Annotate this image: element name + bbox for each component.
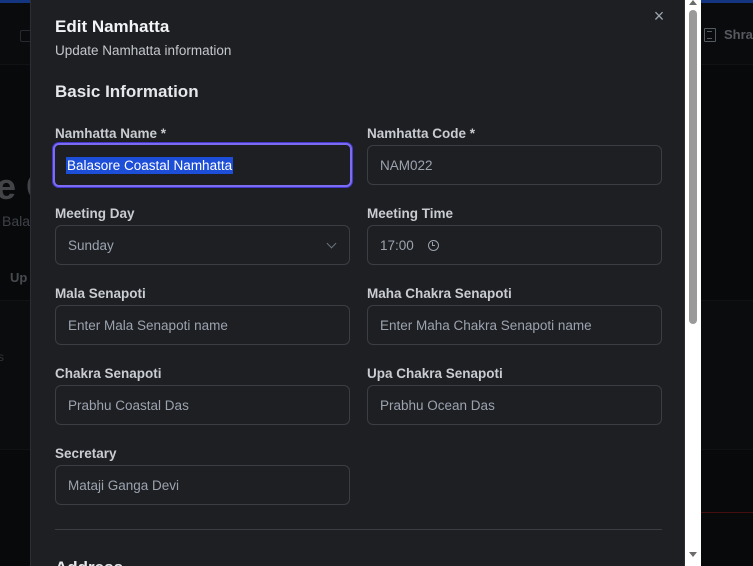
meeting-day-label: Meeting Day xyxy=(55,206,135,221)
clock-icon[interactable] xyxy=(427,239,439,251)
scroll-down-arrow-icon[interactable] xyxy=(689,552,697,557)
dialog-subtitle: Update Namhatta information xyxy=(55,43,232,58)
maha-chakra-senapoti-label: Maha Chakra Senapoti xyxy=(367,286,512,301)
close-icon[interactable]: × xyxy=(650,7,668,25)
chakra-senapoti-value: Prabhu Coastal Das xyxy=(68,397,189,413)
secretary-value: Mataji Ganga Devi xyxy=(68,477,180,493)
secretary-input[interactable]: Mataji Ganga Devi xyxy=(55,465,350,505)
namhatta-code-value: NAM022 xyxy=(380,157,433,173)
meeting-time-value: 17:00 xyxy=(380,237,414,253)
meeting-day-select[interactable]: Sunday xyxy=(55,225,350,265)
namhatta-name-value: Balasore Coastal Namhatta xyxy=(66,156,234,174)
meeting-time-input[interactable]: 17:00 xyxy=(367,225,662,265)
mala-senapoti-input[interactable]: Enter Mala Senapoti name xyxy=(55,305,350,345)
mala-senapoti-placeholder: Enter Mala Senapoti name xyxy=(68,317,228,333)
namhatta-name-input[interactable]: Balasore Coastal Namhatta xyxy=(53,143,352,187)
section-address: Address xyxy=(55,558,123,566)
meeting-time-label: Meeting Time xyxy=(367,206,454,221)
mala-senapoti-label: Mala Senapoti xyxy=(55,286,146,301)
dialog-title: Edit Namhatta xyxy=(55,17,170,36)
upa-chakra-senapoti-label: Upa Chakra Senapoti xyxy=(367,366,503,381)
section-divider xyxy=(55,529,662,530)
maha-chakra-senapoti-placeholder: Enter Maha Chakra Senapoti name xyxy=(380,317,592,333)
namhatta-name-label: Namhatta Name * xyxy=(55,126,167,141)
namhatta-code-label: Namhatta Code * xyxy=(367,126,476,141)
secretary-label: Secretary xyxy=(55,446,117,461)
upa-chakra-senapoti-value: Prabhu Ocean Das xyxy=(380,397,495,413)
chakra-senapoti-label: Chakra Senapoti xyxy=(55,366,162,381)
scrollbar-thumb[interactable] xyxy=(689,10,697,324)
section-basic-information: Basic Information xyxy=(55,82,199,101)
namhatta-code-input[interactable]: NAM022 xyxy=(367,145,662,185)
meeting-day-value: Sunday xyxy=(68,237,114,253)
edit-namhatta-dialog: × Edit Namhatta Update Namhatta informat… xyxy=(30,0,685,566)
chevron-down-icon xyxy=(326,238,337,249)
chakra-senapoti-input[interactable]: Prabhu Coastal Das xyxy=(55,385,350,425)
upa-chakra-senapoti-input[interactable]: Prabhu Ocean Das xyxy=(367,385,662,425)
maha-chakra-senapoti-input[interactable]: Enter Maha Chakra Senapoti name xyxy=(367,305,662,345)
scroll-up-arrow-icon[interactable] xyxy=(689,0,697,5)
